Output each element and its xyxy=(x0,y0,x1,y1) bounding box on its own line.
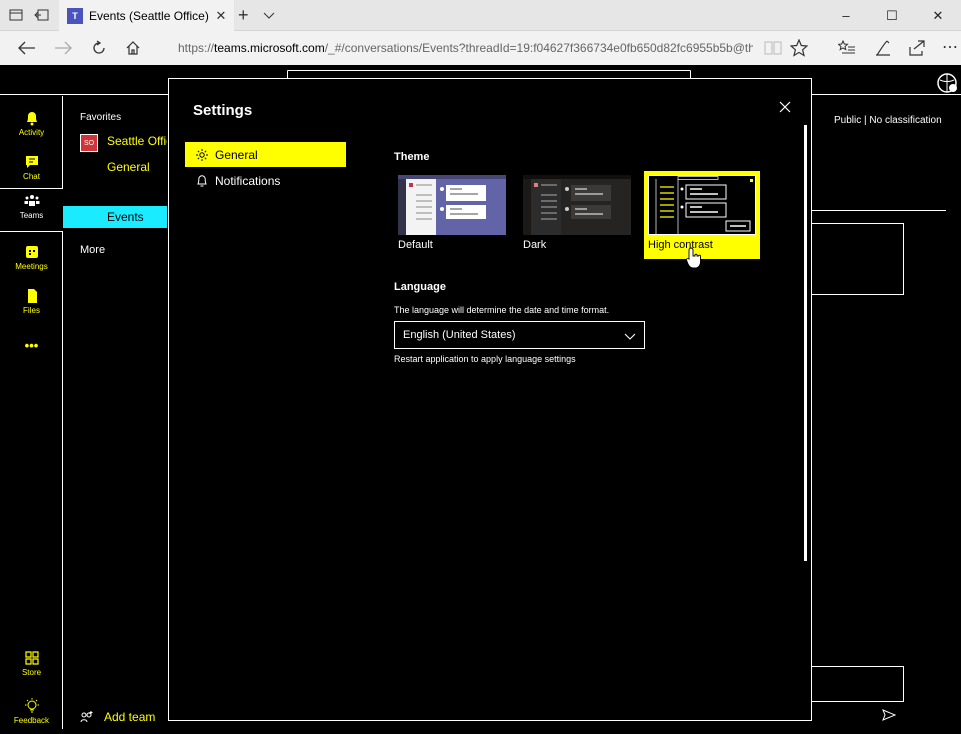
refresh-icon xyxy=(93,40,105,54)
language-description: The language will determine the date and… xyxy=(394,305,610,315)
favorite-star-icon[interactable] xyxy=(790,39,808,57)
rail-item-feedback[interactable]: Feedback xyxy=(0,694,63,734)
message-card xyxy=(810,223,904,295)
rail-item-meetings[interactable]: Meetings xyxy=(0,240,63,280)
team-avatar: SO xyxy=(80,134,98,152)
theme-option-high-contrast[interactable]: High contrast xyxy=(644,171,760,259)
send-icon[interactable] xyxy=(882,708,896,722)
refresh-button[interactable] xyxy=(82,31,116,65)
close-icon[interactable] xyxy=(777,99,793,115)
more-icon: ••• xyxy=(24,338,39,353)
channel-general[interactable]: General xyxy=(107,160,150,174)
rail-item-files[interactable]: Files xyxy=(0,284,63,324)
theme-section-title: Theme xyxy=(394,151,430,163)
rail-label: Teams xyxy=(19,211,44,220)
favorites-hub-icon[interactable] xyxy=(838,40,856,56)
add-team-label: Add team xyxy=(104,710,156,724)
browser-tab[interactable]: T Events (Seattle Office) | ✕ xyxy=(59,0,234,31)
tab-list-chevron-icon[interactable] xyxy=(263,12,275,20)
minimize-button[interactable]: – xyxy=(823,0,869,31)
web-note-pen-icon[interactable] xyxy=(874,39,892,57)
browser-nav-bar: https://teams.microsoft.com/_#/conversat… xyxy=(0,31,961,65)
maximize-button[interactable]: ☐ xyxy=(869,0,915,31)
language-restart-note: Restart application to apply language se… xyxy=(394,354,576,364)
settings-title: Settings xyxy=(193,102,253,119)
rail-item-teams[interactable]: Teams xyxy=(0,188,63,232)
store-icon xyxy=(24,651,39,665)
address-bar[interactable]: https://teams.microsoft.com/_#/conversat… xyxy=(168,36,753,60)
tab-preview-icon[interactable] xyxy=(8,7,24,23)
browser-tab-bar: T Events (Seattle Office) | ✕ + – ☐ ✕ xyxy=(0,0,961,31)
profile-avatar-icon[interactable] xyxy=(936,72,958,94)
back-button[interactable] xyxy=(10,31,44,65)
conversation-pane: Public | No classification xyxy=(810,96,961,729)
tab-title: Events (Seattle Office) | xyxy=(89,8,209,23)
rail-label: Feedback xyxy=(13,716,50,725)
settings-menu-label: General xyxy=(215,147,258,162)
share-icon[interactable] xyxy=(908,39,926,57)
theme-option-dark[interactable]: Dark xyxy=(519,171,635,259)
hand-pointer-icon xyxy=(686,247,701,269)
teams-list: Favorites SO Seattle Office General Even… xyxy=(63,96,167,729)
address-prefix: https:// xyxy=(178,41,215,55)
rail-item-store[interactable]: Store xyxy=(0,646,63,686)
calendar-icon xyxy=(25,246,38,258)
theme-preview-high-contrast xyxy=(648,175,756,235)
lightbulb-icon xyxy=(24,698,39,713)
rail-item-activity[interactable]: Activity xyxy=(0,106,63,146)
language-select[interactable]: English (United States) xyxy=(394,321,645,349)
tab-close-icon[interactable]: ✕ xyxy=(213,8,229,24)
new-tab-button[interactable]: + xyxy=(238,5,249,26)
language-value: English (United States) xyxy=(403,329,516,341)
settings-menu-notifications[interactable]: Notifications xyxy=(185,168,346,193)
more-options-icon[interactable]: ⋯ xyxy=(942,37,958,57)
theme-option-default[interactable]: Default xyxy=(394,171,510,259)
channel-events[interactable]: Events xyxy=(63,206,167,228)
rail-label: Activity xyxy=(18,128,45,137)
chevron-down-icon xyxy=(624,333,636,340)
teams-favicon-icon: T xyxy=(67,7,83,24)
rail-label: Chat xyxy=(23,172,40,181)
more-teams[interactable]: More xyxy=(80,244,105,256)
app-rail: Activity Chat Teams Meetings Files ••• S… xyxy=(0,96,63,729)
theme-label-high-contrast: High contrast xyxy=(648,239,713,251)
favorites-header: Favorites xyxy=(80,112,122,123)
teams-icon xyxy=(24,195,39,206)
theme-label-default: Default xyxy=(398,239,433,251)
close-window-button[interactable]: ✕ xyxy=(915,0,961,31)
rail-item-chat[interactable]: Chat xyxy=(0,150,63,190)
language-section-title: Language xyxy=(394,281,446,293)
rail-label: Store xyxy=(21,668,42,677)
forward-button[interactable] xyxy=(46,31,80,65)
reading-view-icon[interactable] xyxy=(764,40,782,56)
bell-icon xyxy=(197,174,207,186)
theme-label-dark: Dark xyxy=(523,239,547,251)
files-icon xyxy=(27,289,37,303)
add-team-button[interactable]: Add team xyxy=(80,710,155,724)
add-team-icon xyxy=(80,711,93,723)
rail-item-more[interactable]: ••• xyxy=(0,334,63,374)
theme-preview-default xyxy=(398,175,506,235)
chat-icon xyxy=(25,156,38,168)
settings-menu-label: Notifications xyxy=(215,173,281,188)
settings-dialog: Settings General Notifications Theme Def… xyxy=(168,78,812,721)
bell-icon xyxy=(26,112,37,126)
rail-label: Files xyxy=(23,306,40,315)
gear-icon xyxy=(196,148,208,161)
address-host: teams.microsoft.com xyxy=(214,41,325,55)
header-divider xyxy=(812,210,946,211)
team-name[interactable]: Seattle Office xyxy=(107,134,167,148)
theme-preview-dark xyxy=(523,175,631,235)
scrollbar[interactable] xyxy=(804,125,807,561)
classification-label: Public | No classification xyxy=(834,115,942,126)
set-tabs-aside-icon[interactable] xyxy=(34,7,50,23)
address-path: /_#/conversations/Events?threadId=19:f04… xyxy=(324,41,753,55)
compose-box[interactable] xyxy=(810,666,904,702)
home-icon xyxy=(126,41,140,55)
home-button[interactable] xyxy=(116,31,150,65)
settings-menu-general[interactable]: General xyxy=(185,142,346,167)
forward-arrow-icon xyxy=(55,41,72,55)
rail-label: Meetings xyxy=(15,262,48,271)
back-arrow-icon xyxy=(18,41,35,55)
